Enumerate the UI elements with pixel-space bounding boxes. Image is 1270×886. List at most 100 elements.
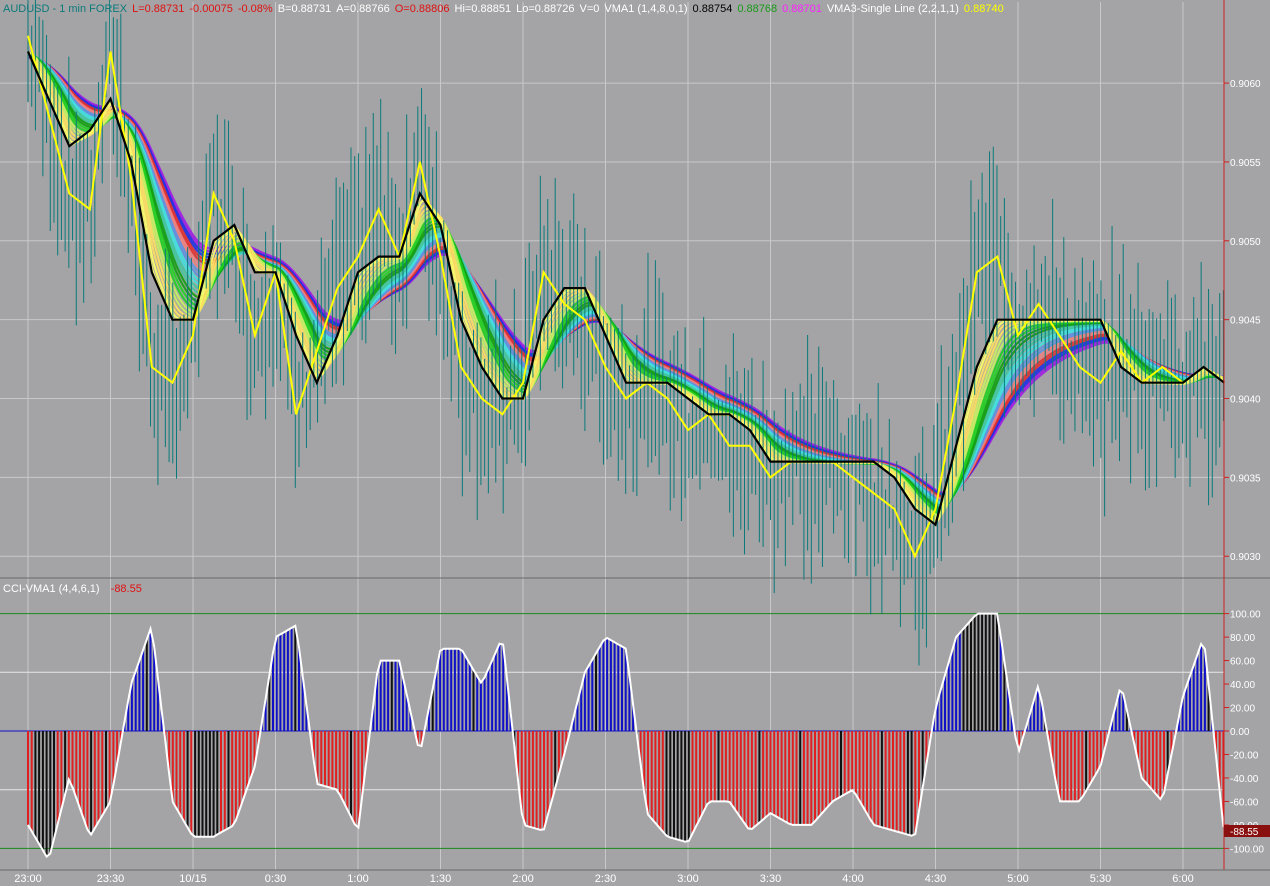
cci-bar (795, 731, 798, 825)
header-part: 0.88740 (964, 3, 1004, 15)
cci-bar (650, 731, 653, 819)
cci-bar (90, 731, 93, 835)
cci-bar (665, 731, 668, 836)
cci-bar (56, 731, 59, 824)
cci-bar (435, 670, 438, 731)
cci-tick-label: -60.00 (1230, 797, 1259, 808)
header-part: 0.88701 (782, 3, 822, 15)
cci-header: CCI-VMA1 (4,4,6,1) -88.55 (3, 583, 142, 595)
cci-bar (275, 636, 278, 731)
cci-tick-label: -40.00 (1230, 774, 1259, 785)
cci-bar (394, 660, 397, 731)
cci-bar (442, 648, 445, 731)
cci-bar (108, 731, 111, 803)
cci-bar (862, 731, 865, 808)
cci-bar (699, 731, 701, 819)
cci-bar (888, 731, 891, 830)
cci-bar (810, 731, 813, 825)
time-tick-label: 4:00 (842, 873, 863, 885)
cci-bar (476, 676, 479, 731)
cci-bar (402, 677, 404, 731)
cci-bar (658, 731, 661, 828)
cci-bar (806, 731, 809, 825)
cci-bar (877, 731, 880, 827)
cci-bar (899, 731, 902, 833)
cci-bar (554, 731, 557, 789)
cci-bar (840, 731, 842, 797)
cci-bar (791, 731, 794, 825)
cci-bar (843, 731, 846, 795)
cci-bar (784, 731, 787, 822)
cci-bar (487, 669, 490, 731)
cci-bar (602, 640, 605, 731)
cci-bar (186, 731, 189, 828)
cci-bar (1159, 731, 1162, 800)
cci-bar (617, 644, 620, 731)
cci-bar (175, 731, 178, 809)
cci-bar (710, 731, 713, 802)
cci-bar (468, 663, 471, 731)
cci-bar (71, 731, 74, 788)
cci-bar (906, 731, 909, 835)
cci-bar (1196, 654, 1199, 731)
cci-bar (483, 677, 486, 731)
cci-bar (695, 731, 698, 827)
cci-bar (702, 731, 705, 812)
cci-bar (895, 731, 898, 832)
cci-bar (903, 731, 906, 834)
cci-bar (524, 731, 527, 826)
cci-bar (732, 731, 735, 808)
cci-bar (353, 731, 356, 825)
cci-bar (1073, 731, 1076, 802)
cci-bar (884, 731, 887, 829)
cci-bar (981, 613, 984, 731)
cci-bar (97, 731, 100, 822)
cci-bar (621, 646, 623, 731)
cci-bar (684, 731, 687, 842)
cci-bar (79, 731, 81, 809)
cci-bar (142, 650, 145, 731)
cci-bar (531, 731, 534, 828)
time-tick-label: 5:30 (1090, 873, 1111, 885)
cci-bar (75, 731, 78, 798)
cci-bar (817, 731, 820, 817)
cci-bar (1163, 731, 1165, 793)
time-tick-label: 3:30 (760, 873, 781, 885)
cci-bar (721, 731, 724, 802)
cci-bar (762, 731, 765, 820)
cci-bar (439, 650, 442, 731)
cci-bar (728, 731, 731, 802)
cci-bar (984, 613, 987, 731)
cci-bar (93, 731, 96, 829)
cci-bar (706, 731, 709, 804)
price-tick-label: 0.9060 (1230, 79, 1261, 90)
cci-bar (802, 731, 805, 825)
cci-bar (673, 731, 675, 839)
cci-bar (947, 662, 950, 731)
cci-bar (999, 636, 1002, 731)
cci-bar (1144, 731, 1147, 783)
cci-bar (82, 731, 85, 819)
cci-bar (238, 731, 241, 810)
chart-canvas: 0.9060 0.9055 0.9050 0.9045 0.9040 0.9035 0.90… (0, 0, 1270, 886)
time-tick-label: 6:00 (1172, 873, 1193, 885)
cci-bar (64, 731, 67, 795)
header-part: B=0.88731 (278, 3, 332, 15)
cci-bar (988, 613, 991, 731)
cci-bar (41, 731, 44, 851)
price-tick-label: 0.9055 (1230, 158, 1261, 169)
cci-bar (457, 648, 460, 731)
cci-bar (390, 660, 393, 731)
cci-bar (491, 660, 494, 731)
cci-bar (30, 731, 33, 832)
cci-bar (595, 653, 597, 731)
cci-bar (342, 731, 345, 802)
cci-bar (472, 670, 475, 731)
cci-bar (821, 731, 824, 813)
cci-bar (1085, 731, 1088, 791)
cci-bar (858, 731, 861, 801)
cci-bar (546, 731, 549, 816)
time-tick-label: 5:00 (1007, 873, 1028, 885)
cci-bar (1192, 665, 1195, 731)
cci-bar (194, 731, 197, 837)
